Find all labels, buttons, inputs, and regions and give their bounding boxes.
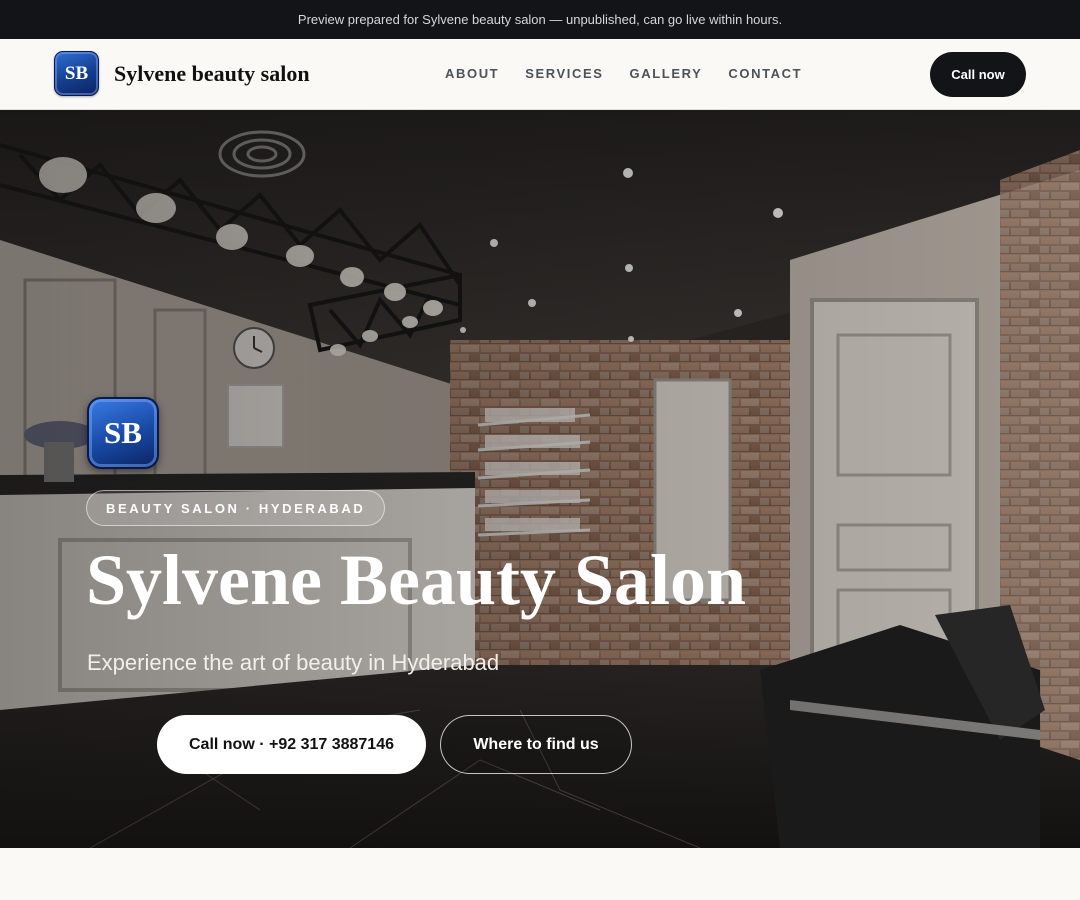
nav-link-services[interactable]: SERVICES (525, 66, 603, 81)
hero-title: Sylvene Beauty Salon (86, 540, 747, 620)
brand-logo: SB (54, 51, 99, 96)
hero-section: SB BEAUTY SALON · HYDERABAD Sylvene Beau… (0, 110, 1080, 848)
brand-home-link[interactable]: SB Sylvene beauty salon (54, 51, 310, 96)
nav-link-gallery[interactable]: GALLERY (630, 66, 703, 81)
preview-banner: Preview prepared for Sylvene beauty salo… (0, 0, 1080, 39)
header-call-now-button[interactable]: Call now (930, 52, 1026, 97)
hero-find-us-button[interactable]: Where to find us (440, 715, 632, 774)
site-header: SB Sylvene beauty salon ABOUT SERVICES G… (0, 39, 1080, 110)
nav-link-contact[interactable]: CONTACT (728, 66, 802, 81)
nav-link-about[interactable]: ABOUT (445, 66, 499, 81)
hero-logo: SB (87, 397, 159, 469)
brand-name: Sylvene beauty salon (114, 60, 310, 86)
main-nav: ABOUT SERVICES GALLERY CONTACT (445, 66, 802, 81)
preview-banner-text: Preview prepared for Sylvene beauty salo… (297, 12, 783, 27)
hero-tagline-pill: BEAUTY SALON · HYDERABAD (86, 490, 386, 526)
hero-subtitle: Experience the art of beauty in Hyderaba… (87, 650, 500, 675)
hero-call-button[interactable]: Call now · +92 317 3887146 (157, 715, 426, 774)
